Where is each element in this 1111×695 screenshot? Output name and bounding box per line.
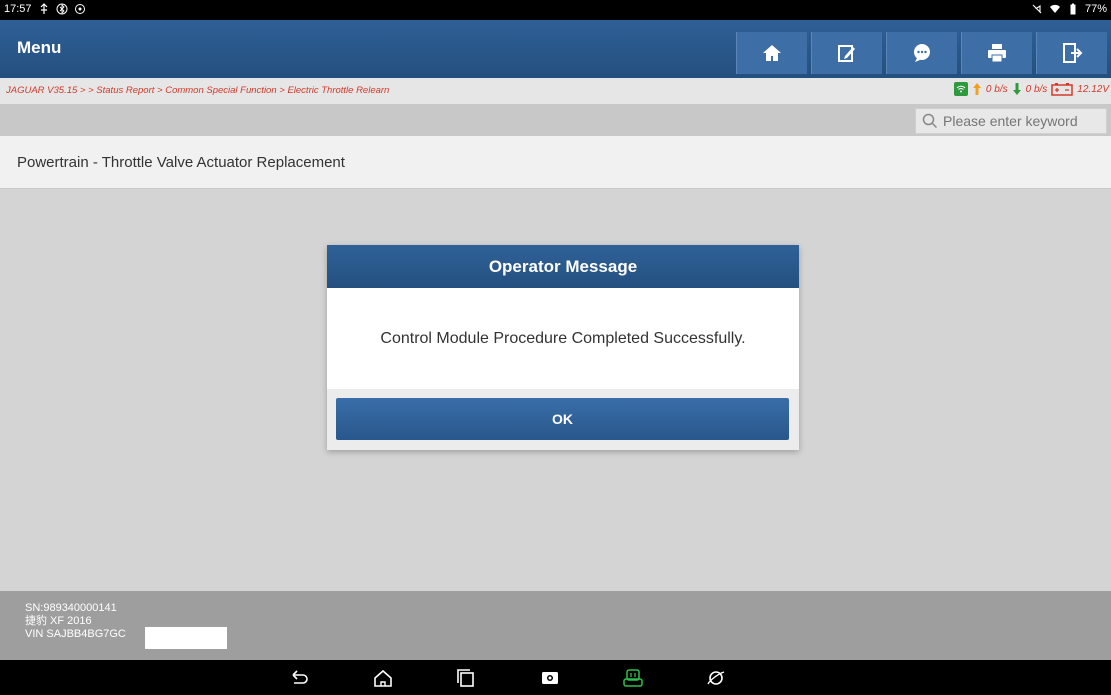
breadcrumb-bar: JAGUAR V35.15 > > Status Report > Common…: [0, 78, 1111, 104]
notification-icon: [74, 4, 85, 14]
screenshot-icon: [542, 672, 558, 684]
screenshot-button[interactable]: [538, 667, 562, 689]
search-band: [0, 104, 1111, 136]
download-rate: 0 b/s: [1025, 83, 1048, 95]
battery-voltage: 12.12V: [1077, 83, 1109, 95]
vin: VIN SAJBB4BG7GC: [25, 628, 126, 640]
vehicle-info: SN:989340000141 捷豹 XF 2016 VIN SAJBB4BG7…: [0, 591, 1111, 660]
vci-button[interactable]: [621, 667, 645, 689]
wifi-status-icon: [953, 82, 968, 96]
home-icon: [763, 45, 781, 61]
serial-number: SN:989340000141: [25, 602, 117, 614]
edit-button[interactable]: [811, 32, 882, 74]
menu-title: Menu: [17, 38, 62, 57]
upload-rate: 0 b/s: [985, 83, 1008, 95]
navigation-bar: [0, 660, 1111, 695]
toolbar: [736, 32, 1107, 74]
vci-icon: [623, 669, 643, 687]
print-icon: [988, 44, 1006, 63]
battery-level: 77%: [1084, 3, 1107, 15]
breadcrumb: JAGUAR V35.15 > > Status Report > Common…: [6, 85, 390, 96]
back-button[interactable]: [287, 667, 311, 689]
print-button[interactable]: [961, 32, 1032, 74]
ok-button[interactable]: OK: [336, 398, 789, 440]
dialog-title: Operator Message: [327, 245, 799, 288]
page-header: Powertrain - Throttle Valve Actuator Rep…: [0, 136, 1111, 189]
status-bar: 17:57 77%: [0, 0, 1111, 20]
back-icon: [292, 670, 308, 684]
upload-arrow-icon: [972, 83, 981, 95]
status-time: 17:57: [4, 3, 32, 15]
browser-button[interactable]: [704, 667, 728, 689]
search-input[interactable]: [938, 112, 1105, 130]
vehicle-model: 捷豹 XF 2016: [25, 615, 92, 627]
download-arrow-icon: [1012, 83, 1021, 95]
mute-icon: [1032, 4, 1042, 14]
chat-icon: [914, 44, 930, 62]
home-nav-button[interactable]: [371, 667, 395, 689]
usb-icon: [40, 3, 47, 14]
battery-icon: [1070, 3, 1076, 15]
chat-button[interactable]: [886, 32, 957, 74]
search-icon: [922, 113, 938, 129]
menu-bar: Menu: [0, 20, 1111, 78]
edit-icon: [838, 45, 855, 62]
recents-button[interactable]: [454, 667, 478, 689]
exit-icon: [1063, 43, 1083, 63]
recents-icon: [457, 669, 474, 687]
wifi-icon: [1049, 4, 1060, 13]
home-button[interactable]: [736, 32, 807, 74]
connection-status: 0 b/s 0 b/s 12.12V: [953, 82, 1109, 96]
redaction-box: [145, 627, 227, 649]
exit-button[interactable]: [1036, 32, 1107, 74]
browser-icon: [707, 671, 725, 685]
page-title: Powertrain - Throttle Valve Actuator Rep…: [17, 154, 345, 171]
car-battery-icon: [1051, 83, 1074, 96]
home-nav-icon: [374, 669, 392, 687]
operator-message-dialog: Operator Message Control Module Procedur…: [327, 245, 799, 450]
search-box[interactable]: [915, 108, 1107, 134]
dialog-footer: OK: [327, 389, 799, 450]
dialog-message: Control Module Procedure Completed Succe…: [380, 329, 746, 347]
bluetooth-icon: [56, 3, 68, 15]
